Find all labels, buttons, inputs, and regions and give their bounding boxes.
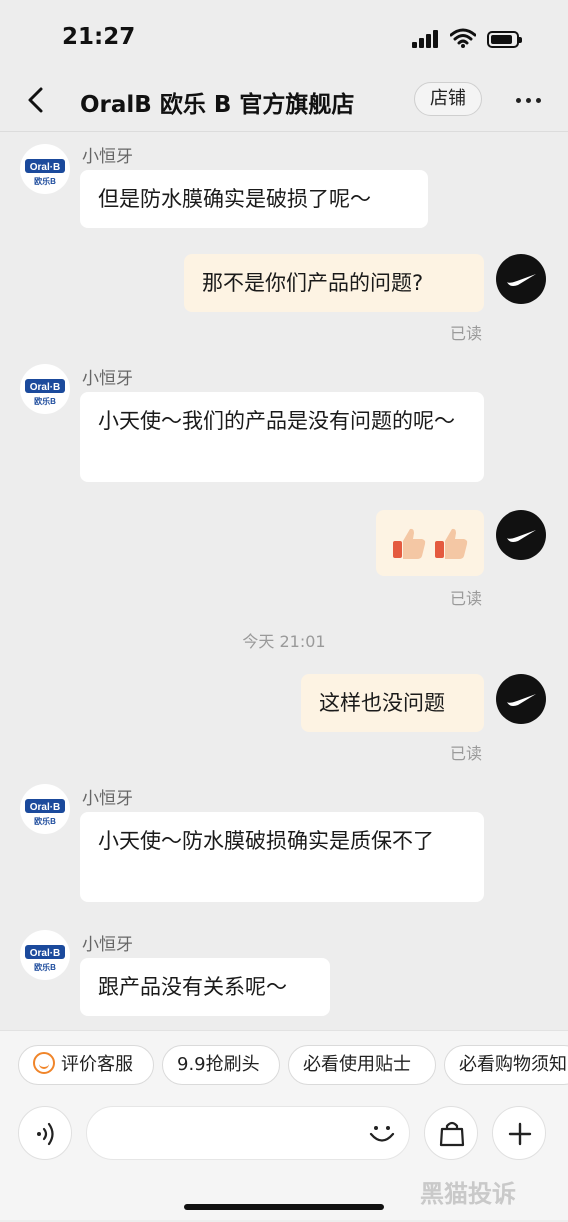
thumbs-up-icon [435,528,468,559]
back-chevron-icon[interactable] [18,82,54,118]
message-bubble-incoming[interactable]: 但是防水膜确实是破损了呢～ [80,170,428,228]
emoji-icon[interactable] [367,1119,397,1149]
status-time: 21:27 [62,24,136,50]
quick-reply-usage-tips[interactable]: 必看使用贴士 [288,1045,436,1085]
svg-text:欧乐B: 欧乐B [34,816,56,826]
message-bubble-incoming[interactable]: 跟产品没有关系呢～ [80,958,330,1016]
message-bubble-outgoing[interactable]: 那不是你们产品的问题? [184,254,484,312]
message-bubble-incoming[interactable]: 小天使～我们的产品是没有问题的呢～ [80,392,484,482]
sender-name: 小恒牙 [82,789,133,809]
user-avatar[interactable] [496,510,546,560]
quick-reply-brush-head[interactable]: 9.9抢刷头 [162,1045,280,1085]
read-status: 已读 [450,589,483,608]
more-actions-button[interactable] [492,1106,546,1160]
svg-text:Oral·B: Oral·B [30,948,61,959]
thumbs-up-icon [393,528,426,559]
user-avatar[interactable] [496,674,546,724]
svg-text:Oral·B: Oral·B [30,802,61,813]
watermark: 黑猫投诉 [420,1180,516,1208]
read-status: 已读 [450,744,483,763]
read-status: 已读 [450,324,483,343]
message-input[interactable] [86,1106,410,1160]
svg-text:Oral·B: Oral·B [30,382,61,393]
message-bubble-outgoing[interactable] [376,510,484,576]
status-bar: 21:27 [0,0,568,72]
page-title: OralB 欧乐 B 官方旗舰店 [80,92,355,118]
more-dots-icon[interactable] [508,82,548,118]
voice-icon [37,1122,54,1146]
user-avatar[interactable] [496,254,546,304]
quick-reply-rate-service[interactable]: 评价客服 [18,1045,154,1085]
smiley-icon [33,1052,55,1074]
svg-text:Oral·B: Oral·B [30,162,61,173]
cellular-signal-icon [412,30,442,48]
sender-name: 小恒牙 [82,147,133,167]
voice-input-button[interactable] [18,1106,72,1160]
brand-avatar[interactable]: Oral·B 欧乐B [20,364,70,414]
brand-avatar[interactable]: Oral·B 欧乐B [20,930,70,980]
message-bubble-outgoing[interactable]: 这样也没问题 [301,674,484,732]
sender-name: 小恒牙 [82,935,133,955]
store-button[interactable]: 店铺 [414,82,482,116]
brand-avatar[interactable]: Oral·B 欧乐B [20,144,70,194]
brand-avatar[interactable]: Oral·B 欧乐B [20,784,70,834]
home-indicator [184,1204,384,1210]
shopping-bag-button[interactable] [424,1106,478,1160]
message-timestamp: 今天 21:01 [242,632,326,651]
wifi-icon [450,28,476,48]
svg-text:欧乐B: 欧乐B [34,962,56,972]
quick-reply-shopping-notes[interactable]: 必看购物须知 [444,1045,568,1085]
svg-text:欧乐B: 欧乐B [34,396,56,406]
sender-name: 小恒牙 [82,369,133,389]
svg-text:欧乐B: 欧乐B [34,176,56,186]
message-bubble-incoming[interactable]: 小天使～防水膜破损确实是质保不了 [80,812,484,902]
plus-icon [508,1122,532,1146]
chat-header: OralB 欧乐 B 官方旗舰店 店铺 [0,72,568,132]
shopping-bag-icon [439,1121,465,1147]
battery-icon [487,31,522,48]
